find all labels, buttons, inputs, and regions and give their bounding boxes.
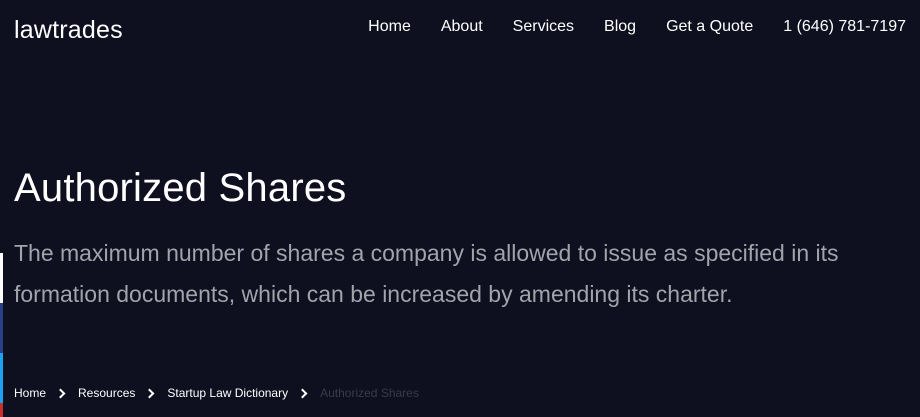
- nav-get-a-quote[interactable]: Get a Quote: [666, 18, 753, 36]
- page-title: Authorized Shares: [14, 166, 347, 210]
- site-header: lawtrades Home About Services Blog Get a…: [0, 0, 920, 60]
- main-nav: Home About Services Blog Get a Quote 1 (…: [368, 18, 906, 36]
- nav-about[interactable]: About: [441, 18, 483, 36]
- chevron-right-icon: [55, 388, 66, 398]
- breadcrumb-home[interactable]: Home: [14, 386, 46, 400]
- facebook-share-segment[interactable]: [0, 303, 3, 353]
- chevron-right-icon: [297, 388, 308, 398]
- lawtrades-logo[interactable]: lawtrades: [14, 16, 123, 45]
- twitter-share-segment[interactable]: [0, 353, 3, 403]
- breadcrumb-current: Authorized Shares: [320, 386, 419, 400]
- nav-services[interactable]: Services: [513, 18, 574, 36]
- breadcrumb-resources[interactable]: Resources: [78, 386, 135, 400]
- nav-home[interactable]: Home: [368, 18, 411, 36]
- nav-phone-link[interactable]: 1 (646) 781-7197: [783, 18, 906, 36]
- nav-blog[interactable]: Blog: [604, 18, 636, 36]
- breadcrumb-startup-law-dictionary[interactable]: Startup Law Dictionary: [167, 386, 288, 400]
- share-bar-segment[interactable]: [0, 253, 3, 303]
- pinterest-share-segment[interactable]: [0, 403, 3, 417]
- term-definition: The maximum number of shares a company i…: [14, 240, 839, 307]
- chevron-right-icon: [144, 388, 155, 398]
- breadcrumb: Home Resources Startup Law Dictionary Au…: [14, 386, 419, 400]
